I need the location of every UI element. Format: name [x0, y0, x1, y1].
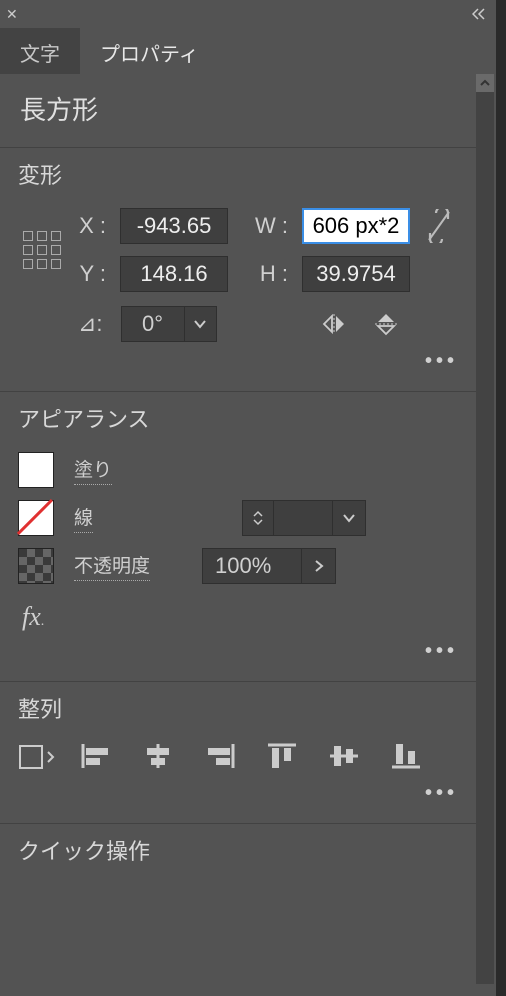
link-wh-icon[interactable] — [426, 209, 458, 243]
opacity-input[interactable]: 100% — [202, 548, 302, 584]
section-align: 整列 — [18, 692, 476, 724]
align-hcenter-icon[interactable] — [142, 742, 180, 774]
section-quick: クイック操作 — [18, 834, 476, 866]
align-left-icon[interactable] — [80, 742, 118, 774]
stroke-label[interactable]: 線 — [74, 503, 93, 533]
x-input[interactable] — [120, 208, 228, 244]
chevron-down-icon[interactable] — [332, 500, 366, 536]
section-appearance: アピアランス — [18, 402, 476, 434]
more-appearance-button[interactable]: ••• — [18, 632, 476, 667]
section-transform: 変形 — [18, 158, 476, 190]
fill-swatch[interactable] — [18, 452, 54, 488]
stroke-swatch[interactable] — [18, 500, 54, 536]
fx-button[interactable]: fx. — [22, 602, 476, 632]
more-align-button[interactable]: ••• — [18, 774, 476, 809]
flip-horizontal-icon[interactable] — [319, 309, 349, 339]
h-input[interactable] — [302, 256, 410, 292]
tab-properties[interactable]: プロパティ — [80, 28, 219, 74]
angle-input[interactable]: 0° — [121, 306, 217, 342]
y-label: Y : — [68, 261, 112, 287]
scrollbar[interactable] — [476, 74, 494, 984]
close-icon[interactable]: ✕ — [6, 6, 18, 23]
tab-text[interactable]: 文字 — [0, 28, 80, 74]
flip-vertical-icon[interactable] — [371, 309, 401, 339]
more-transform-button[interactable]: ••• — [18, 342, 476, 377]
fill-label[interactable]: 塗り — [74, 455, 112, 485]
w-label: W : — [236, 213, 294, 239]
opacity-swatch[interactable] — [18, 548, 54, 584]
align-bottom-icon[interactable] — [390, 742, 428, 774]
opacity-label[interactable]: 不透明度 — [74, 551, 150, 581]
align-right-icon[interactable] — [204, 742, 242, 774]
angle-label: ⊿: — [78, 311, 103, 337]
chevron-down-icon[interactable] — [185, 306, 217, 342]
reference-point-icon[interactable] — [22, 230, 64, 272]
tab-bar: 文字 プロパティ — [0, 28, 494, 74]
stroke-weight-input[interactable] — [242, 500, 366, 536]
chevron-right-icon[interactable] — [302, 548, 336, 584]
x-label: X : — [68, 213, 112, 239]
align-vcenter-icon[interactable] — [328, 742, 366, 774]
align-to-artboard-icon[interactable] — [18, 742, 56, 774]
shape-title: 長方形 — [0, 74, 494, 147]
align-top-icon[interactable] — [266, 742, 304, 774]
collapse-icon[interactable] — [472, 8, 488, 20]
w-input[interactable] — [302, 208, 410, 244]
scroll-up-icon[interactable] — [476, 74, 494, 92]
h-label: H : — [236, 261, 294, 287]
y-input[interactable] — [120, 256, 228, 292]
